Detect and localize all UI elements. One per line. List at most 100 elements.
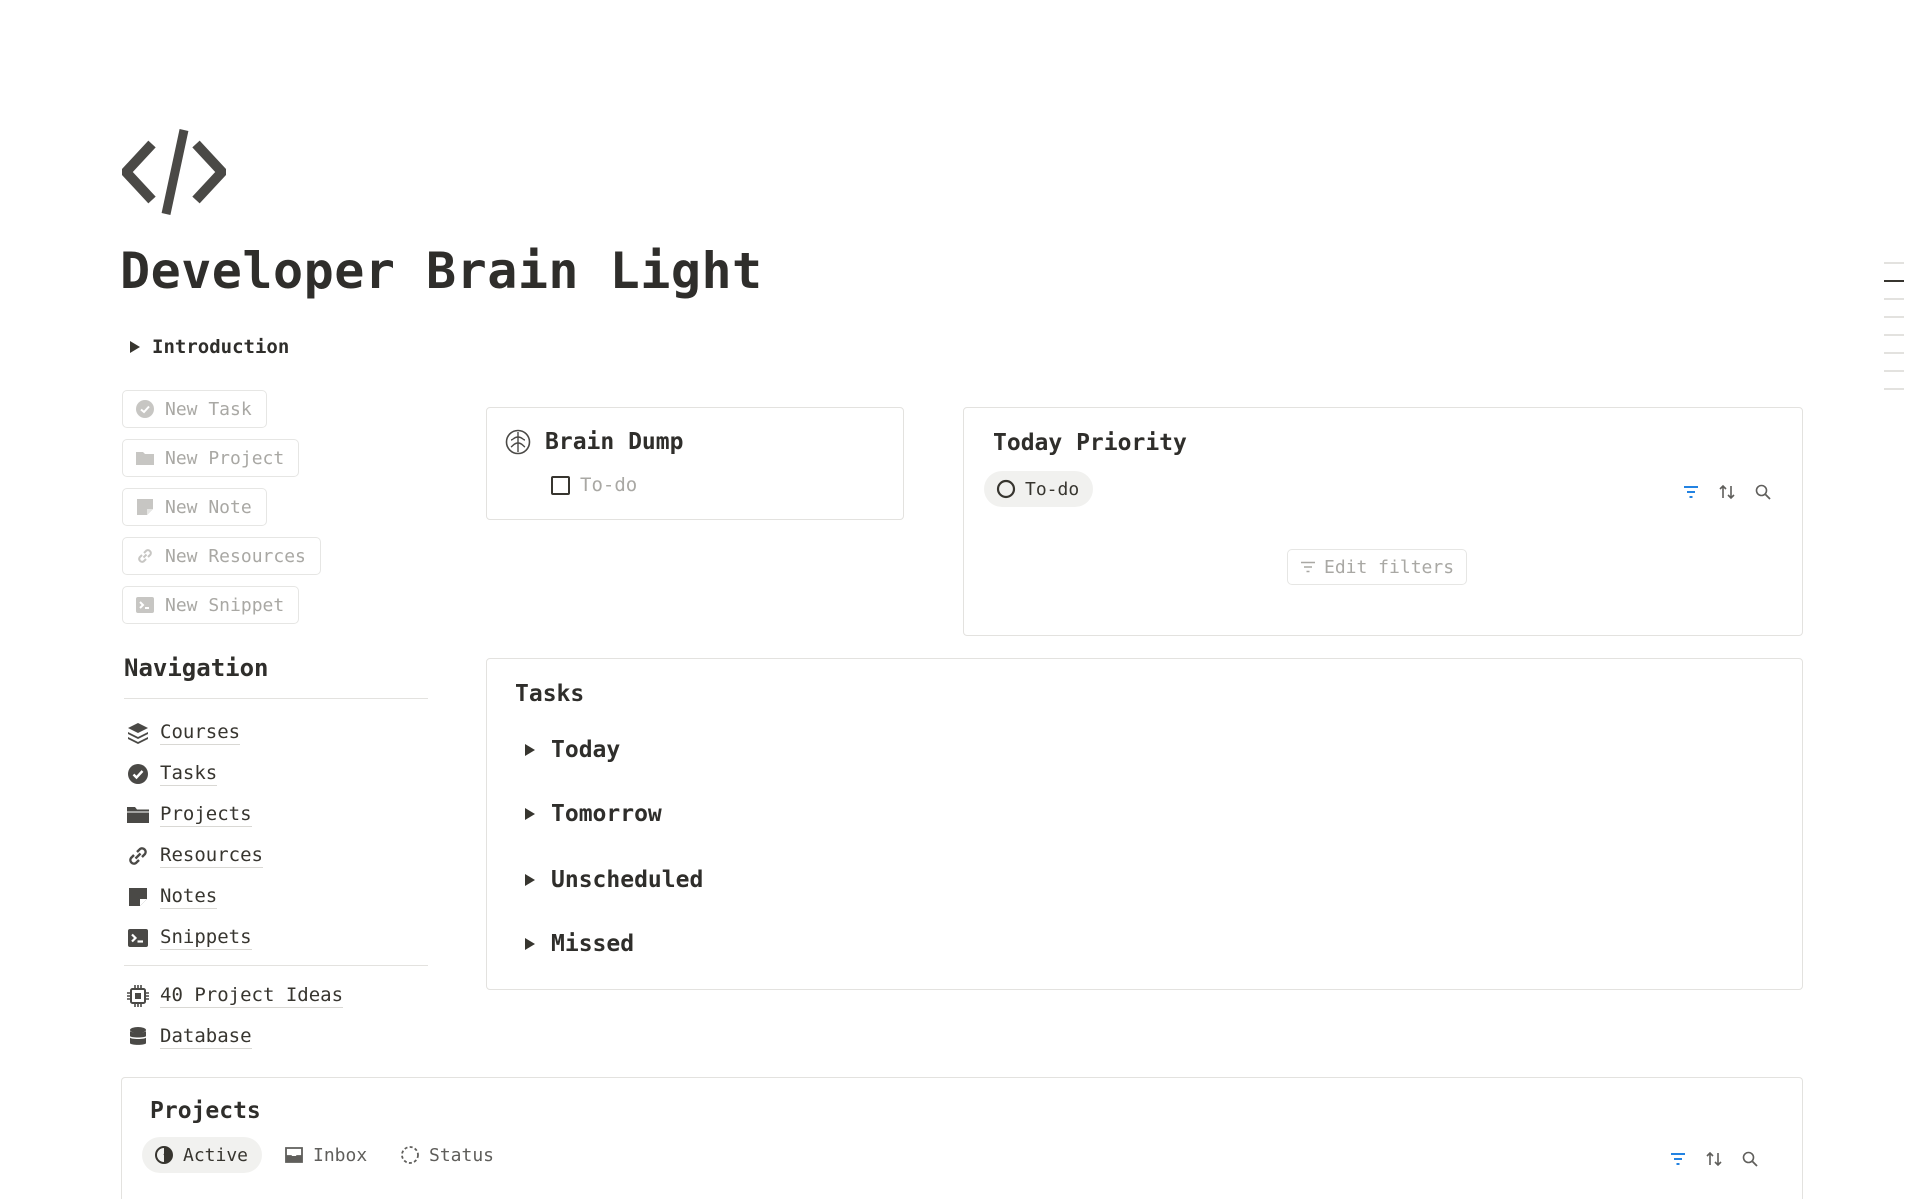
new-snippet-button[interactable]: New Snippet: [122, 586, 300, 624]
new-task-label: New Task: [165, 398, 252, 420]
navigation-list: Courses Tasks Projects Resources Notes S…: [126, 712, 426, 958]
page-outline[interactable]: [1884, 262, 1904, 406]
projects-view-active-label: Active: [183, 1144, 249, 1166]
task-group-missed-label: Missed: [551, 931, 635, 957]
check-circle-icon: [128, 763, 148, 784]
new-note-button[interactable]: New Note: [122, 488, 267, 526]
task-group-missed[interactable]: Missed: [525, 931, 634, 957]
new-note-label: New Note: [165, 496, 252, 518]
task-group-today[interactable]: Today: [525, 737, 620, 763]
sort-icon[interactable]: [1705, 1150, 1723, 1168]
new-snippet-label: New Snippet: [165, 594, 285, 616]
projects-title: Projects: [150, 1098, 261, 1124]
today-priority-title: Today Priority: [993, 430, 1187, 456]
nav-item-resources[interactable]: Resources: [126, 835, 426, 876]
nav-item-snippets[interactable]: Snippets: [126, 917, 426, 958]
layers-icon: [128, 722, 148, 744]
navigation-divider-2: [124, 965, 428, 966]
folder-icon: [136, 452, 154, 465]
brain-dump-header: Brain Dump: [505, 429, 683, 455]
outline-mark[interactable]: [1884, 298, 1904, 300]
note-icon: [129, 887, 147, 906]
terminal-icon: [128, 928, 148, 947]
today-priority-view-tab[interactable]: To-do: [984, 471, 1094, 507]
outline-mark[interactable]: [1884, 334, 1904, 336]
brain-dump-title: Brain Dump: [545, 429, 684, 455]
task-group-unscheduled-label: Unscheduled: [551, 867, 704, 893]
nav-item-tasks[interactable]: Tasks: [126, 753, 426, 794]
database-icon: [130, 1026, 146, 1045]
projects-view-status-label: Status: [429, 1144, 495, 1166]
toggle-triangle-icon: [525, 938, 535, 950]
link-icon: [138, 549, 152, 563]
outline-mark-active[interactable]: [1884, 280, 1904, 282]
today-priority-toolbar: [1682, 483, 1772, 501]
toggle-triangle-icon: [525, 808, 535, 820]
nav-item-tasks-label: Tasks: [160, 761, 218, 786]
today-priority-card: Today Priority To-do Edit filters: [963, 407, 1803, 636]
half-circle-icon: [155, 1146, 173, 1164]
dashed-circle-icon: [401, 1146, 419, 1164]
filter-icon[interactable]: [1682, 483, 1700, 501]
edit-filters-label: Edit filters: [1324, 556, 1455, 578]
today-priority-view-label: To-do: [1025, 478, 1080, 500]
terminal-icon: [136, 597, 154, 613]
inbox-icon: [285, 1147, 303, 1163]
sort-icon[interactable]: [1718, 483, 1736, 501]
task-group-unscheduled[interactable]: Unscheduled: [525, 867, 703, 893]
new-resources-label: New Resources: [165, 545, 306, 567]
nav-item-projects[interactable]: Projects: [126, 794, 426, 835]
search-icon[interactable]: [1741, 1150, 1759, 1168]
projects-view-active[interactable]: Active: [142, 1137, 263, 1173]
projects-view-inbox-label: Inbox: [313, 1144, 368, 1166]
brain-dump-card: Brain Dump To-do: [486, 407, 904, 520]
brain-icon: [505, 429, 531, 455]
nav-item-projects-label: Projects: [160, 802, 252, 827]
outline-mark[interactable]: [1884, 370, 1904, 372]
nav-item-courses[interactable]: Courses: [126, 712, 426, 753]
nav-item-40-project-ideas-label: 40 Project Ideas: [160, 983, 344, 1008]
projects-view-status[interactable]: Status: [400, 1137, 494, 1173]
quick-actions: New Task New Project New Note New Resour…: [122, 390, 382, 635]
nav-item-database-label: Database: [160, 1024, 252, 1049]
new-project-label: New Project: [165, 447, 285, 469]
todo-placeholder: To-do: [580, 474, 638, 496]
toggle-triangle-icon: [525, 744, 535, 756]
search-icon[interactable]: [1754, 483, 1772, 501]
task-group-tomorrow[interactable]: Tomorrow: [525, 801, 662, 827]
projects-view-inbox[interactable]: Inbox: [284, 1137, 367, 1173]
toggle-triangle-icon: [130, 341, 140, 353]
outline-mark[interactable]: [1884, 352, 1904, 354]
outline-mark[interactable]: [1884, 388, 1904, 390]
filter-icon: [1301, 561, 1315, 573]
edit-filters-button[interactable]: Edit filters: [1287, 549, 1468, 585]
navigation-divider: [124, 698, 428, 699]
brain-dump-todo[interactable]: To-do: [551, 474, 637, 496]
new-task-button[interactable]: New Task: [122, 390, 267, 428]
nav-item-40-project-ideas[interactable]: 40 Project Ideas: [126, 975, 426, 1016]
projects-card: Projects Active Inbox Status: [121, 1077, 1803, 1199]
outline-mark[interactable]: [1884, 316, 1904, 318]
introduction-toggle[interactable]: Introduction: [130, 333, 289, 361]
page: Developer Brain Light Introduction New T…: [0, 0, 1920, 1199]
outline-mark[interactable]: [1884, 262, 1904, 264]
projects-toolbar: [1669, 1150, 1759, 1168]
chip-icon: [127, 984, 149, 1007]
task-group-today-label: Today: [551, 737, 621, 763]
nav-item-courses-label: Courses: [160, 720, 241, 745]
circle-icon: [996, 479, 1016, 499]
nav-item-notes[interactable]: Notes: [126, 876, 426, 917]
note-icon: [137, 499, 153, 515]
nav-item-snippets-label: Snippets: [160, 925, 252, 950]
nav-item-resources-label: Resources: [160, 843, 263, 868]
nav-item-database[interactable]: Database: [126, 1016, 426, 1057]
task-group-tomorrow-label: Tomorrow: [551, 801, 662, 827]
tasks-card: Tasks Today Tomorrow Unscheduled Missed: [486, 658, 1803, 990]
code-brackets-icon[interactable]: [119, 126, 229, 218]
new-resources-button[interactable]: New Resources: [122, 537, 321, 575]
new-project-button[interactable]: New Project: [122, 439, 300, 477]
navigation-heading: Navigation: [124, 654, 269, 682]
todo-checkbox[interactable]: [551, 475, 570, 495]
introduction-toggle-label: Introduction: [152, 336, 290, 358]
filter-icon[interactable]: [1669, 1150, 1687, 1168]
